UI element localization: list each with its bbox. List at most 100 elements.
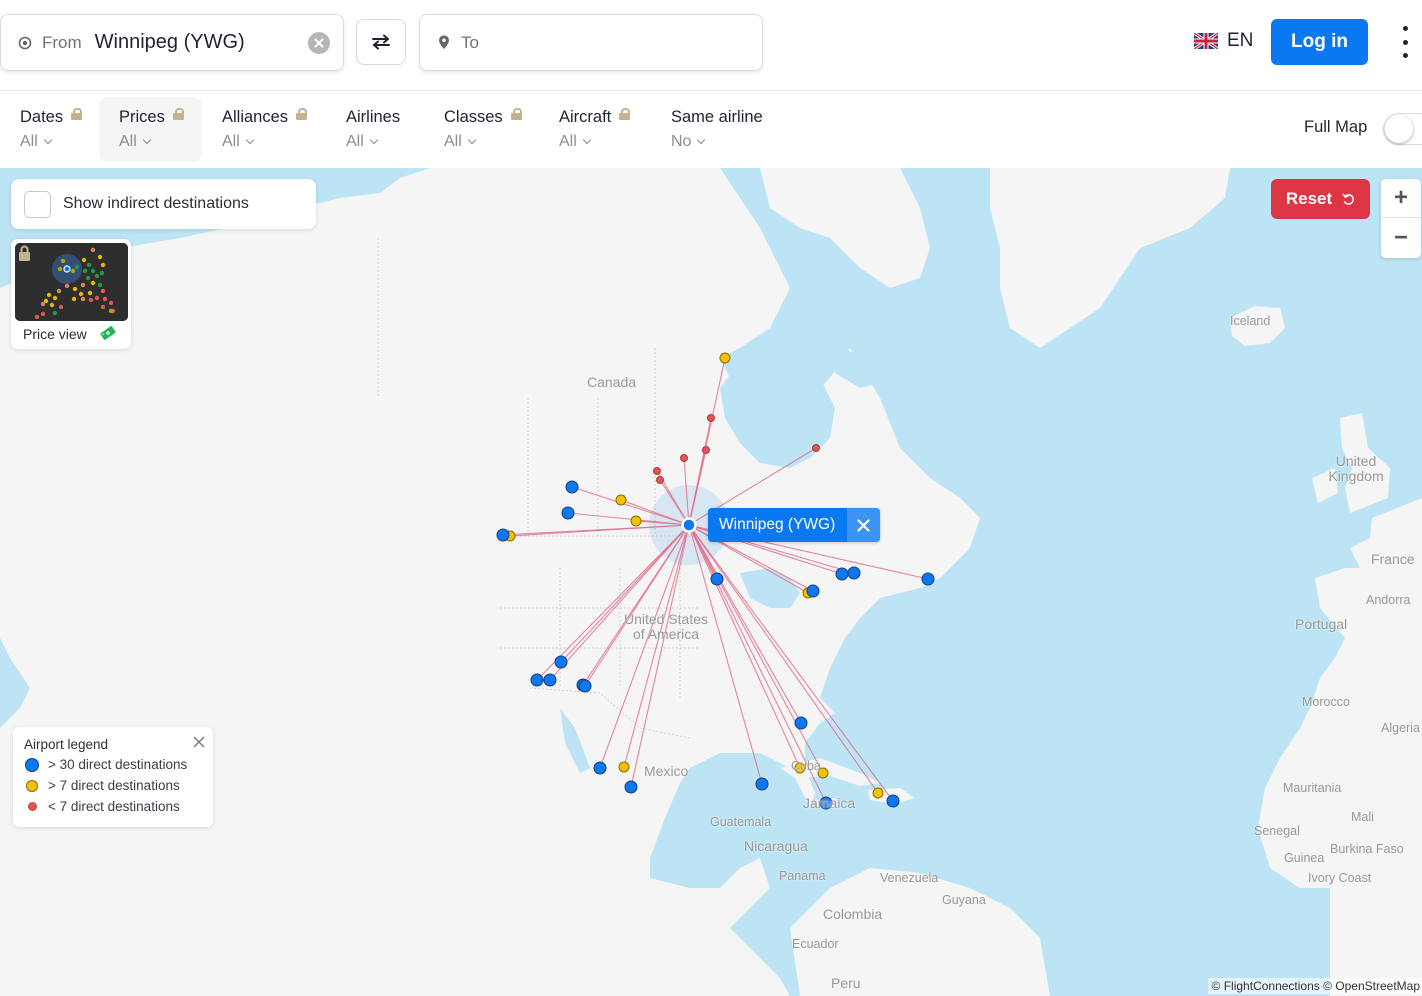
chevron-down-icon xyxy=(697,135,706,145)
medium-airport-marker[interactable] xyxy=(615,494,627,506)
small-airport-marker[interactable] xyxy=(656,476,664,484)
medium-airport-marker[interactable] xyxy=(630,515,642,527)
filter-dates[interactable]: Dates All xyxy=(0,97,99,162)
large-airport-marker[interactable] xyxy=(624,780,638,794)
filter-bar: Dates All Prices All Alliances All Airli… xyxy=(0,92,1422,168)
lock-icon xyxy=(619,107,631,120)
country-label: Iceland xyxy=(1230,314,1271,328)
reset-button[interactable]: Reset xyxy=(1271,179,1370,219)
language-code: EN xyxy=(1227,30,1254,51)
from-value[interactable]: Winnipeg (YWG) xyxy=(95,31,245,54)
small-airport-marker[interactable] xyxy=(702,446,710,454)
zoom-out-button[interactable]: − xyxy=(1381,218,1421,257)
large-airport-marker[interactable] xyxy=(561,506,575,520)
filter-airlines[interactable]: Airlines All xyxy=(326,97,424,162)
country-label: Senegal xyxy=(1254,824,1300,838)
route-map[interactable]: Canada United States of America Mexico C… xyxy=(0,168,1422,996)
legend-item: > 30 direct destinations xyxy=(24,754,213,775)
country-label: Morocco xyxy=(1302,695,1350,709)
filter-aircraft[interactable]: Aircraft All xyxy=(539,97,651,162)
large-airport-marker[interactable] xyxy=(835,567,849,581)
country-label: Colombia xyxy=(823,906,883,922)
price-view-button[interactable]: Price view xyxy=(11,239,131,349)
country-label: Algeria xyxy=(1381,721,1420,735)
airport-legend: Airport legend > 30 direct destinations … xyxy=(13,727,213,827)
kebab-dot xyxy=(1402,26,1408,31)
legend-item-label: > 30 direct destinations xyxy=(48,757,188,772)
indirect-destinations-panel: Show indirect destinations xyxy=(11,179,316,229)
medium-airport-marker[interactable] xyxy=(618,761,630,773)
country-label: Panama xyxy=(779,869,826,883)
tooltip-close-button[interactable] xyxy=(847,508,881,542)
large-airport-marker[interactable] xyxy=(921,572,935,586)
origin-target-icon xyxy=(18,36,32,50)
country-label: Ecuador xyxy=(792,937,839,951)
large-airport-marker[interactable] xyxy=(578,679,592,693)
filter-value: All xyxy=(444,133,462,150)
clear-from-button[interactable] xyxy=(308,32,330,54)
close-icon xyxy=(193,736,205,748)
uk-flag-icon xyxy=(1194,33,1218,49)
from-field[interactable]: From Winnipeg (YWG) xyxy=(0,14,344,71)
language-selector[interactable]: EN xyxy=(1194,30,1253,52)
chevron-down-icon xyxy=(142,135,152,145)
large-airport-marker[interactable] xyxy=(794,716,808,730)
legend-close-button[interactable] xyxy=(193,735,205,753)
close-icon xyxy=(314,38,324,48)
legend-title: Airport legend xyxy=(24,737,109,752)
large-airport-marker[interactable] xyxy=(755,777,769,791)
chevron-down-icon xyxy=(467,135,477,145)
large-airport-dot-icon xyxy=(25,757,39,772)
zoom-in-button[interactable]: + xyxy=(1381,179,1421,218)
small-airport-marker[interactable] xyxy=(707,414,715,422)
more-menu-button[interactable] xyxy=(1398,26,1412,58)
toggle-knob xyxy=(1385,115,1413,143)
filter-prices[interactable]: Prices All xyxy=(99,97,202,162)
country-label: Peru xyxy=(831,975,861,991)
large-airport-marker[interactable] xyxy=(530,673,544,687)
indirect-destinations-label[interactable]: Show indirect destinations xyxy=(63,195,249,213)
land-greenland xyxy=(990,168,1230,348)
chevron-down-icon xyxy=(582,135,592,145)
country-label: Andorra xyxy=(1366,593,1411,607)
login-button[interactable]: Log in xyxy=(1271,19,1368,65)
large-airport-marker[interactable] xyxy=(565,480,579,494)
small-airport-marker[interactable] xyxy=(653,467,661,475)
large-airport-marker[interactable] xyxy=(496,528,510,542)
filter-classes[interactable]: Classes All xyxy=(424,97,539,162)
price-view-thumbnail xyxy=(15,243,128,321)
medium-airport-marker[interactable] xyxy=(872,787,884,799)
large-airport-marker[interactable] xyxy=(710,572,724,586)
small-airport-dot-icon xyxy=(27,802,37,811)
to-input[interactable]: To xyxy=(461,33,479,53)
large-airport-marker[interactable] xyxy=(806,584,820,598)
filter-alliances[interactable]: Alliances All xyxy=(202,97,326,162)
medium-airport-marker[interactable] xyxy=(719,352,731,364)
filter-same-airline[interactable]: Same airline No xyxy=(651,97,781,162)
legend-item-label: > 7 direct destinations xyxy=(48,778,180,793)
large-airport-marker[interactable] xyxy=(543,673,557,687)
swap-button[interactable] xyxy=(356,19,406,65)
full-map-toggle[interactable] xyxy=(1383,113,1422,145)
filter-value: All xyxy=(119,133,137,150)
large-airport-marker[interactable] xyxy=(593,761,607,775)
country-label: Mali xyxy=(1351,810,1374,824)
map-pin-icon xyxy=(437,35,451,50)
refresh-icon xyxy=(1342,192,1355,205)
small-airport-marker[interactable] xyxy=(812,444,820,452)
large-airport-marker[interactable] xyxy=(886,794,900,808)
small-airport-marker[interactable] xyxy=(680,454,688,462)
to-field[interactable]: To xyxy=(419,14,763,71)
large-airport-marker[interactable] xyxy=(554,655,568,669)
airport-tooltip-name[interactable]: Winnipeg (YWG) xyxy=(708,508,847,542)
indirect-destinations-checkbox[interactable] xyxy=(24,190,51,218)
large-airport-marker[interactable] xyxy=(847,566,861,580)
airport-tooltip[interactable]: Winnipeg (YWG) xyxy=(708,508,881,542)
lock-icon xyxy=(296,107,308,120)
land-south-america xyxy=(790,868,1050,996)
country-label: Canada xyxy=(587,374,637,390)
country-label: Burkina Faso xyxy=(1330,842,1404,856)
country-label: Ivory Coast xyxy=(1308,871,1372,885)
filter-label: Same airline xyxy=(671,108,763,126)
zoom-control: + − xyxy=(1381,179,1421,258)
